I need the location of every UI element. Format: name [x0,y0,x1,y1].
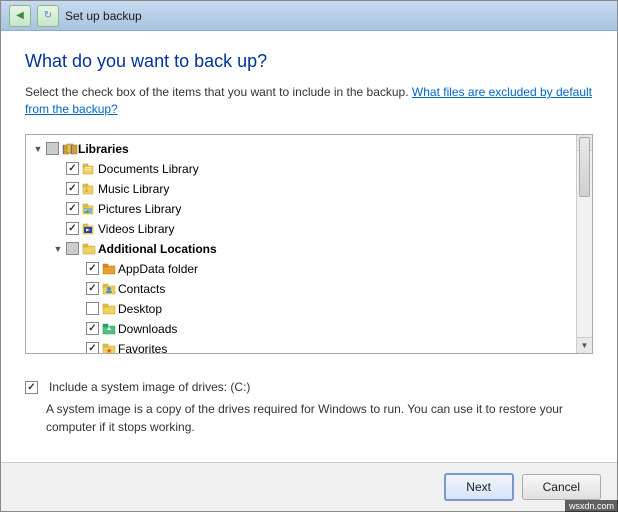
expand-additional-icon[interactable]: ▼ [50,241,66,257]
pictures-icon [82,202,98,216]
contacts-icon [102,282,118,296]
tree-row-appdata[interactable]: ▶ AppData folder [26,259,572,279]
checkbox-contacts[interactable] [86,282,99,295]
system-image-row: Include a system image of drives: (C:) [25,380,593,394]
checkbox-system-image[interactable] [25,381,38,394]
tree-row-favorites[interactable]: ▶ ★ Favorites [26,339,572,354]
watermark: wsxdn.com [565,500,618,512]
footer: Next Cancel [1,462,617,511]
tree-row-downloads[interactable]: ▶ Downloads [26,319,572,339]
scroll-down-button[interactable]: ▼ [577,337,592,353]
tree-row-desktop[interactable]: ▶ Desktop [26,299,572,319]
backup-tree[interactable]: ▼ Libraries ▶ [25,134,593,354]
page-title: What do you want to back up? [25,51,593,72]
library-icon [62,142,78,156]
checkbox-downloads[interactable] [86,322,99,335]
libraries-label: Libraries [78,142,129,156]
scroll-thumb[interactable] [579,137,590,197]
documents-label: Documents Library [98,162,199,176]
checkbox-pictures[interactable] [66,202,79,215]
tree-scrollbar[interactable]: ▲ ▼ [576,135,592,353]
favorites-icon: ★ [102,342,118,354]
next-button[interactable]: Next [444,473,514,501]
checkbox-videos[interactable] [66,222,79,235]
checkbox-music[interactable] [66,182,79,195]
appdata-icon [102,262,118,276]
favorites-label: Favorites [118,342,167,354]
tree-row-videos[interactable]: ▶ Videos Library [26,219,572,239]
pictures-label: Pictures Library [98,202,181,216]
description-text: Select the check box of the items that y… [25,84,593,118]
downloads-label: Downloads [118,322,177,336]
window-title: Set up backup [65,9,142,23]
tree-content: ▼ Libraries ▶ [26,135,576,354]
back-button[interactable]: ◀ [9,5,31,27]
expand-libraries-icon[interactable]: ▼ [30,141,46,157]
desktop-icon [102,302,118,316]
svg-text:♪: ♪ [85,188,88,194]
svg-text:★: ★ [106,347,112,354]
checkbox-documents[interactable] [66,162,79,175]
tree-row-additional[interactable]: ▼ Additional Locations [26,239,572,259]
videos-icon [82,222,98,236]
tree-row-libraries[interactable]: ▼ Libraries [26,139,572,159]
title-bar: ◀ ↻ Set up backup [1,1,617,31]
tree-row-pictures[interactable]: ▶ Pictures Library [26,199,572,219]
tree-row-music[interactable]: ▶ ♪ Music Library [26,179,572,199]
appdata-label: AppData folder [118,262,198,276]
system-image-section: Include a system image of drives: (C:) A… [25,368,593,436]
checkbox-additional[interactable] [66,242,79,255]
additional-label: Additional Locations [98,242,217,256]
checkbox-desktop[interactable] [86,302,99,315]
checkbox-appdata[interactable] [86,262,99,275]
videos-label: Videos Library [98,222,175,236]
document-icon [82,162,98,176]
refresh-icon[interactable]: ↻ [37,5,59,27]
additional-folder-icon [82,242,98,256]
music-icon: ♪ [82,182,98,196]
tree-row-documents[interactable]: ▶ Documents Library [26,159,572,179]
tree-row-contacts[interactable]: ▶ Contacts [26,279,572,299]
checkbox-libraries[interactable] [46,142,59,155]
downloads-icon [102,322,118,336]
contacts-label: Contacts [118,282,165,296]
main-window: ◀ ↻ Set up backup What do you want to ba… [0,0,618,512]
cancel-button[interactable]: Cancel [522,474,601,500]
checkbox-favorites[interactable] [86,342,99,354]
desktop-label: Desktop [118,302,162,316]
music-label: Music Library [98,182,169,196]
system-image-label: Include a system image of drives: (C:) [49,380,250,394]
content-area: What do you want to back up? Select the … [1,31,617,462]
system-image-description: A system image is a copy of the drives r… [46,400,593,436]
